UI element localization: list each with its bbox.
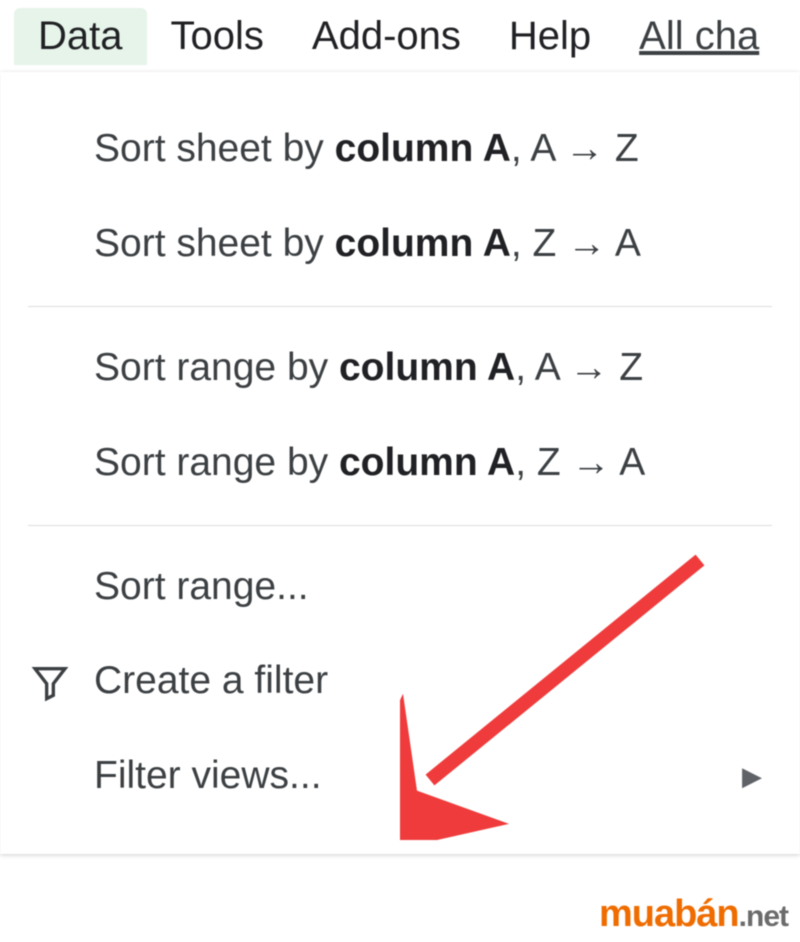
- menu-item-label: Sort sheet by column A, Z → A: [94, 223, 762, 266]
- menu-addons[interactable]: Add-ons: [288, 8, 485, 65]
- data-dropdown: Sort sheet by column A, A → Z Sort sheet…: [0, 72, 800, 854]
- menubar-link-label: All cha: [639, 14, 759, 58]
- menu-item-create-filter[interactable]: Create a filter: [0, 634, 800, 729]
- menu-item-label: Sort range by column A, A → Z: [94, 347, 762, 390]
- menu-item-label: Filter views...: [94, 755, 742, 798]
- menu-item-label: Sort sheet by column A, A → Z: [94, 128, 762, 171]
- menu-item-sort-range-az[interactable]: Sort range by column A, A → Z: [0, 321, 800, 416]
- menu-data[interactable]: Data: [14, 8, 147, 65]
- menubar-link[interactable]: All cha: [615, 8, 783, 65]
- submenu-arrow-icon: ▶: [742, 762, 762, 791]
- watermark-suffix: .net: [739, 900, 788, 933]
- menu-label: Tools: [171, 14, 264, 58]
- menu-label: Data: [38, 14, 123, 58]
- menu-item-sort-range-za[interactable]: Sort range by column A, Z → A: [0, 416, 800, 511]
- menu-divider: [28, 525, 772, 526]
- menu-label: Add-ons: [312, 14, 461, 58]
- menu-item-sort-range-dialog[interactable]: Sort range...: [0, 540, 800, 635]
- menubar: Data Tools Add-ons Help All cha: [0, 0, 800, 65]
- menu-divider: [28, 306, 772, 307]
- menu-item-sort-sheet-za[interactable]: Sort sheet by column A, Z → A: [0, 197, 800, 292]
- watermark: muabán.net: [599, 893, 788, 936]
- menu-item-label: Create a filter: [94, 660, 762, 703]
- filter-icon: [30, 662, 94, 702]
- menu-tools[interactable]: Tools: [147, 8, 288, 65]
- menu-label: Help: [509, 14, 591, 58]
- menu-item-filter-views[interactable]: Filter views... ▶: [0, 729, 800, 824]
- menu-item-sort-sheet-az[interactable]: Sort sheet by column A, A → Z: [0, 102, 800, 197]
- menu-help[interactable]: Help: [485, 8, 615, 65]
- menu-item-label: Sort range by column A, Z → A: [94, 442, 762, 485]
- window: Data Tools Add-ons Help All cha Sort she…: [0, 0, 800, 942]
- watermark-brand: muabán: [599, 893, 739, 935]
- menu-item-label: Sort range...: [94, 566, 762, 609]
